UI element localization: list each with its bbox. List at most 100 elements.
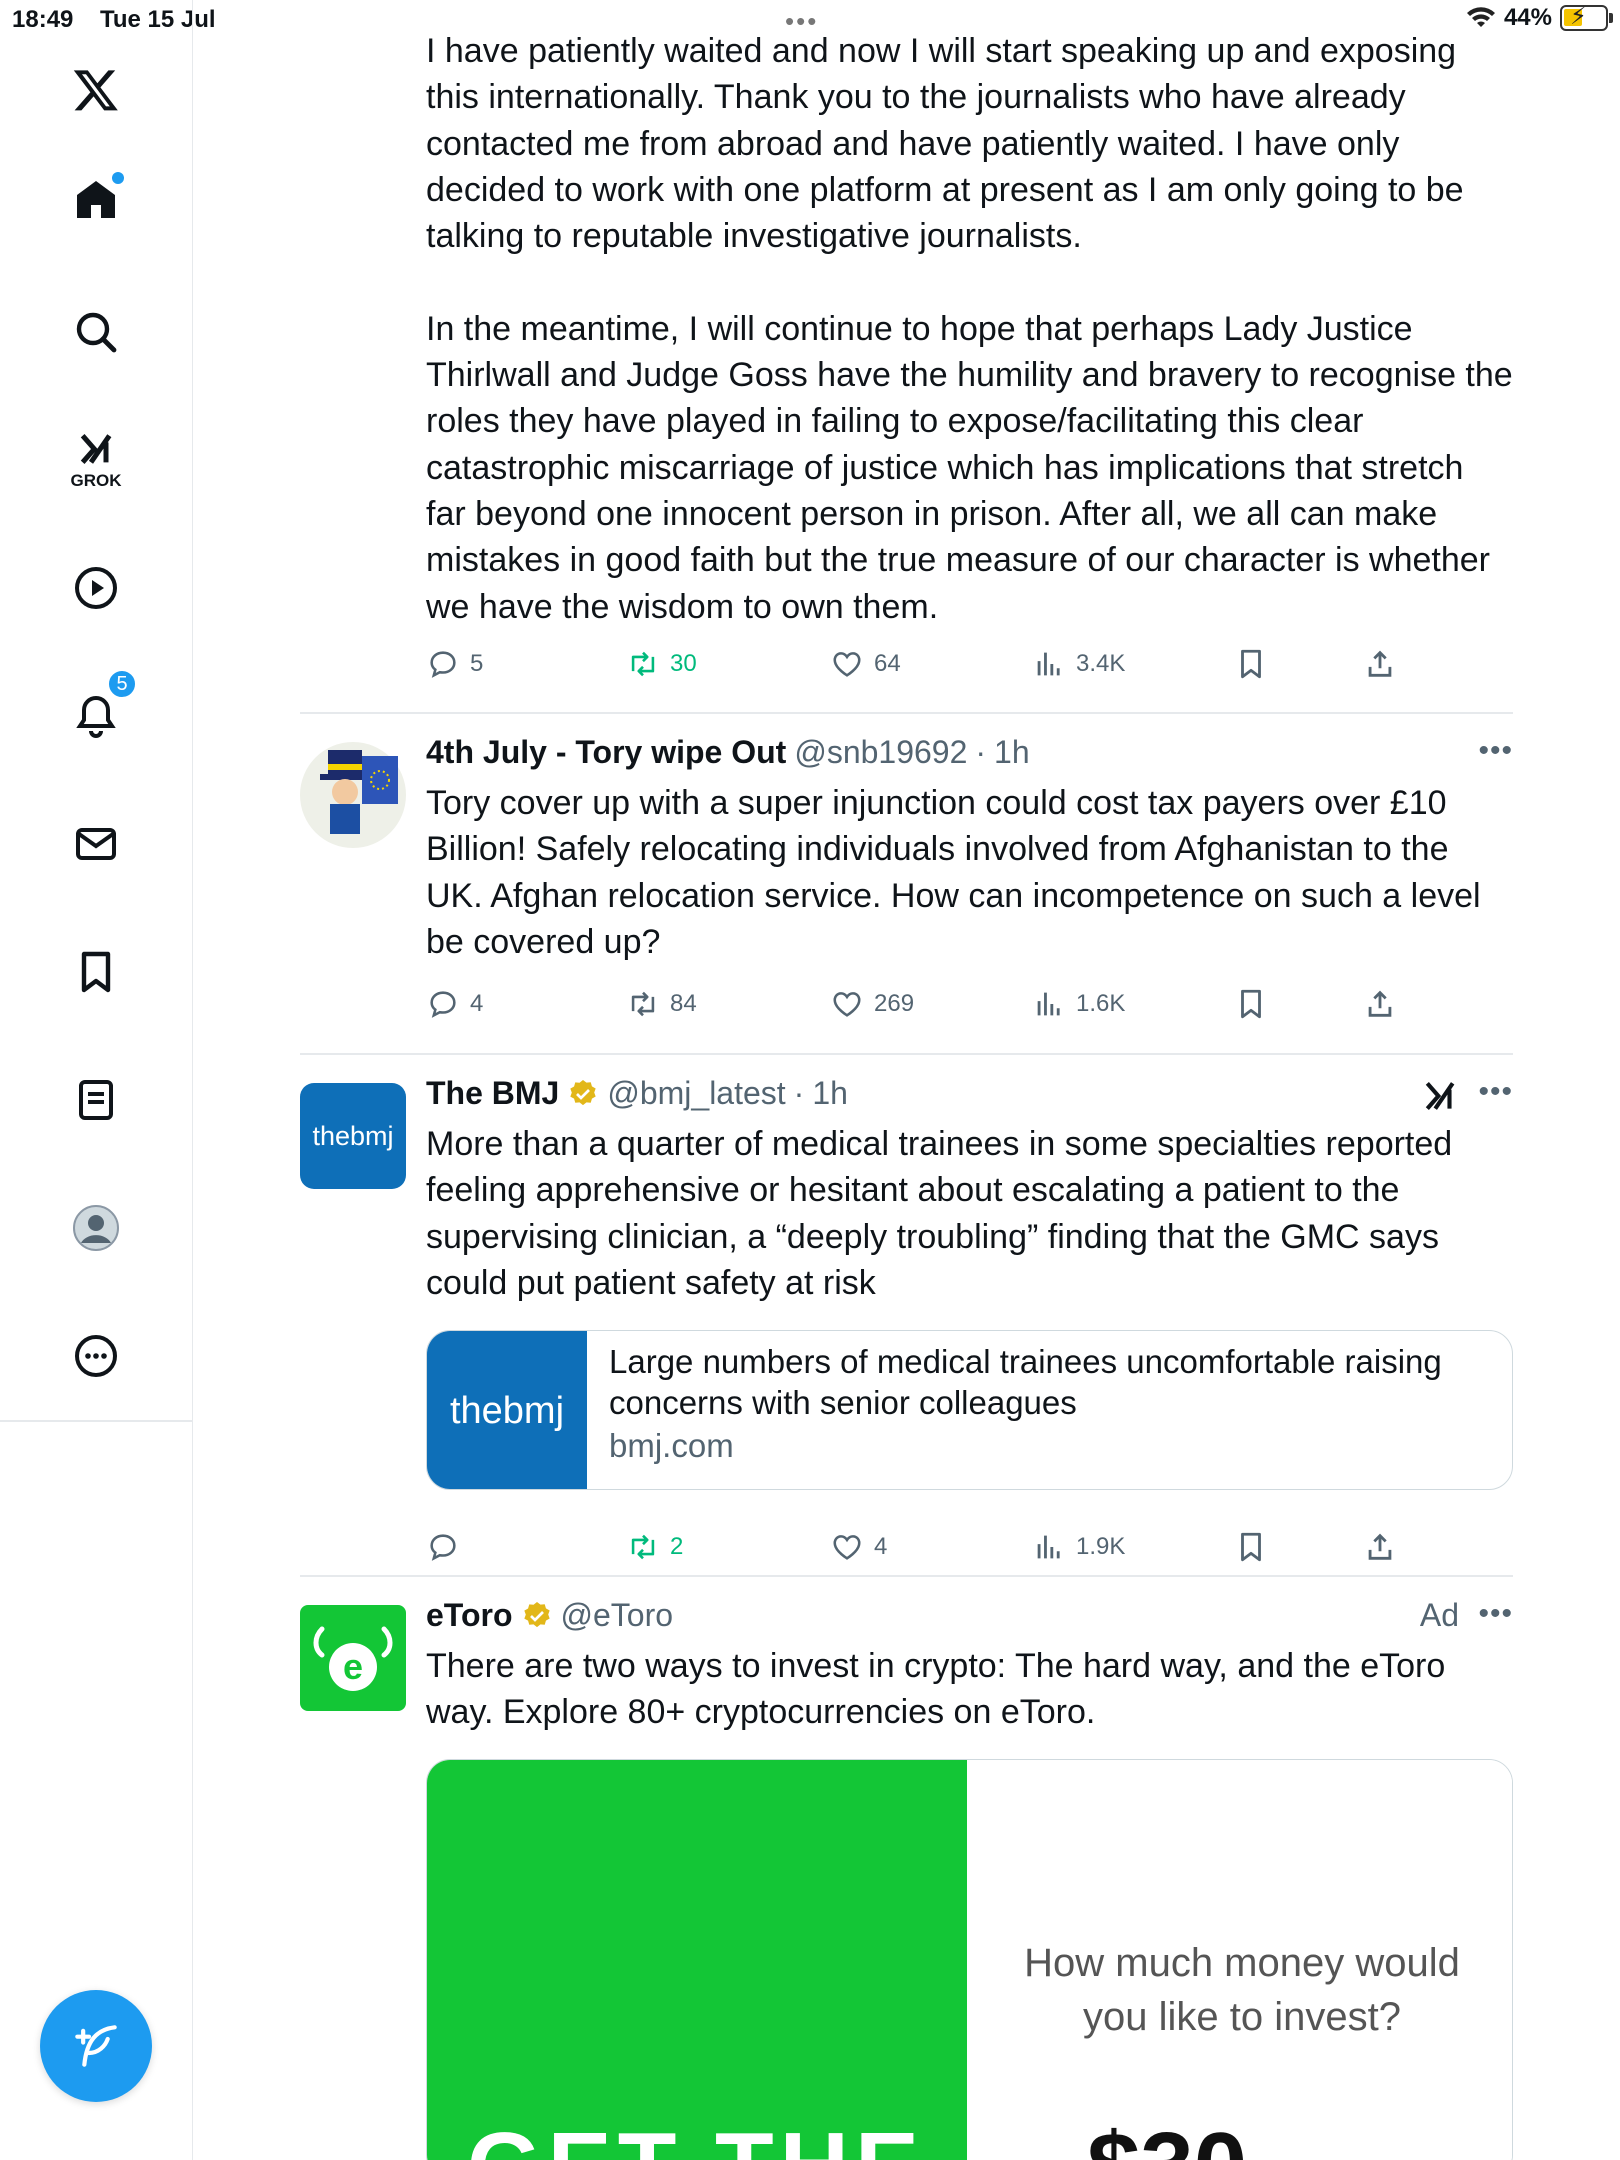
views-icon bbox=[1037, 1535, 1060, 1559]
nav-video[interactable] bbox=[56, 548, 136, 628]
bookmark-icon bbox=[1241, 649, 1261, 679]
nav-explore[interactable] bbox=[56, 292, 136, 372]
post-body: I have patiently waited and now I will s… bbox=[426, 32, 1513, 626]
author-name[interactable]: eToro bbox=[426, 1597, 513, 1634]
repost-button[interactable]: 2 bbox=[626, 1527, 683, 1567]
x-logo-icon bbox=[73, 70, 118, 111]
post-tory[interactable]: 4th July - Tory wipe Out @snb19692 · 1h … bbox=[300, 734, 1513, 1054]
repost-count: 84 bbox=[670, 990, 697, 1017]
like-icon bbox=[833, 652, 861, 677]
ad-headline: GET THE bbox=[467, 2112, 925, 2160]
nav-profile[interactable] bbox=[56, 1188, 136, 1268]
ad-media[interactable]: GET THE How much money would you like to… bbox=[426, 1759, 1513, 2160]
reply-button[interactable]: 5 bbox=[426, 644, 483, 684]
post-etoro-ad[interactable]: e eToro @eToro Ad ••• There are two ways… bbox=[300, 1597, 1513, 2160]
repost-icon bbox=[631, 1534, 655, 1560]
more-options-icon[interactable]: ••• bbox=[1478, 1597, 1513, 1631]
share-button[interactable] bbox=[1363, 984, 1397, 1024]
like-count: 64 bbox=[874, 650, 901, 677]
repost-count: 30 bbox=[670, 650, 697, 677]
bookmark-icon bbox=[1241, 1532, 1261, 1562]
cartoon-avatar-icon bbox=[300, 742, 406, 848]
grok-explain-icon[interactable] bbox=[1421, 1077, 1459, 1115]
compose-button[interactable] bbox=[40, 1990, 152, 2102]
battery-icon: ⚡ bbox=[1560, 3, 1613, 31]
like-button[interactable]: 4 bbox=[830, 1527, 887, 1567]
like-count: 4 bbox=[874, 1533, 888, 1560]
post-time[interactable]: 1h bbox=[994, 734, 1030, 771]
reply-count: 5 bbox=[470, 650, 484, 677]
share-icon bbox=[1368, 990, 1392, 1017]
x-logo[interactable] bbox=[56, 50, 136, 130]
views-button[interactable]: 1.6K bbox=[1032, 984, 1125, 1024]
reply-button[interactable]: 4 bbox=[426, 984, 483, 1024]
post-actions: 4 84 269 1.6K bbox=[426, 984, 1426, 1024]
bookmark-button[interactable] bbox=[1234, 984, 1268, 1024]
verified-icon bbox=[523, 1601, 550, 1627]
bookmark-button[interactable] bbox=[1234, 644, 1268, 684]
repost-button[interactable]: 84 bbox=[626, 984, 697, 1024]
video-icon bbox=[75, 567, 117, 609]
share-button[interactable] bbox=[1363, 1527, 1397, 1567]
link-card-title: Large numbers of medical trainees uncomf… bbox=[609, 1343, 1442, 1421]
repost-count: 2 bbox=[670, 1533, 684, 1560]
avatar[interactable] bbox=[300, 742, 406, 848]
post-body: More than a quarter of medical trainees … bbox=[426, 1125, 1453, 1302]
bell-icon bbox=[76, 695, 116, 738]
profile-icon bbox=[73, 1205, 119, 1251]
nav-lists[interactable] bbox=[56, 1060, 136, 1140]
more-options-icon[interactable]: ••• bbox=[1478, 1075, 1513, 1109]
post-bmj[interactable]: thebmj The BMJ @bmj_latest · 1h ••• More… bbox=[300, 1075, 1513, 1575]
search-icon bbox=[76, 312, 117, 353]
sidebar-separator bbox=[0, 1420, 193, 1422]
avatar[interactable]: e bbox=[300, 1605, 406, 1711]
views-icon bbox=[1037, 652, 1060, 676]
nav-home[interactable] bbox=[56, 160, 136, 240]
nav-notifications[interactable]: 5 bbox=[56, 668, 138, 756]
bookmark-icon bbox=[81, 951, 111, 993]
author-handle[interactable]: @eToro bbox=[561, 1597, 674, 1634]
like-button[interactable]: 64 bbox=[830, 644, 901, 684]
avatar[interactable]: thebmj bbox=[300, 1083, 406, 1189]
views-button[interactable]: 3.4K bbox=[1032, 644, 1125, 684]
views-button[interactable]: 1.9K bbox=[1032, 1527, 1125, 1567]
bookmark-icon bbox=[1241, 989, 1261, 1019]
post-divider bbox=[300, 712, 1513, 714]
share-button[interactable] bbox=[1363, 644, 1397, 684]
like-count: 269 bbox=[874, 990, 915, 1017]
link-card[interactable]: thebmj Large numbers of medical trainees… bbox=[426, 1330, 1513, 1490]
reply-count: 4 bbox=[470, 990, 484, 1017]
author-handle[interactable]: @bmj_latest bbox=[607, 1075, 785, 1112]
post-header: eToro @eToro bbox=[426, 1597, 673, 1634]
reply-button[interactable] bbox=[426, 1527, 470, 1567]
list-icon bbox=[79, 1080, 113, 1120]
nav-messages[interactable] bbox=[56, 804, 136, 884]
author-name[interactable]: The BMJ bbox=[426, 1075, 559, 1112]
ad-question: How much money would you like to invest? bbox=[1024, 1941, 1460, 2039]
post-time[interactable]: 1h bbox=[812, 1075, 848, 1112]
like-icon bbox=[833, 1535, 861, 1560]
sidebar: GROK 5 bbox=[0, 0, 193, 2160]
ad-white-panel: How much money would you like to invest?… bbox=[967, 1760, 1512, 2160]
post-divider bbox=[300, 1053, 1513, 1055]
views-count: 1.6K bbox=[1076, 990, 1126, 1017]
author-name[interactable]: 4th July - Tory wipe Out bbox=[426, 734, 786, 771]
ad-label: Ad bbox=[1419, 1597, 1459, 1633]
reply-icon bbox=[430, 991, 456, 1018]
post-actions: 5 30 64 3.4K bbox=[426, 644, 1426, 684]
ad-amount: $30 bbox=[1087, 2112, 1247, 2160]
share-icon bbox=[1368, 1533, 1392, 1560]
nav-bookmarks[interactable] bbox=[56, 932, 136, 1012]
grok-label: GROK bbox=[70, 471, 122, 490]
repost-icon bbox=[631, 651, 655, 677]
nav-more[interactable] bbox=[56, 1316, 136, 1396]
post-body: Tory cover up with a super injunction co… bbox=[426, 784, 1481, 961]
link-card-domain: bmj.com bbox=[609, 1427, 734, 1464]
more-options-icon[interactable]: ••• bbox=[1478, 734, 1513, 768]
repost-button[interactable]: 30 bbox=[626, 644, 697, 684]
like-button[interactable]: 269 bbox=[830, 984, 914, 1024]
nav-grok[interactable]: GROK bbox=[56, 420, 136, 500]
author-handle[interactable]: @snb19692 bbox=[794, 734, 967, 771]
bookmark-button[interactable] bbox=[1234, 1527, 1268, 1567]
post-divider bbox=[300, 1575, 1513, 1577]
